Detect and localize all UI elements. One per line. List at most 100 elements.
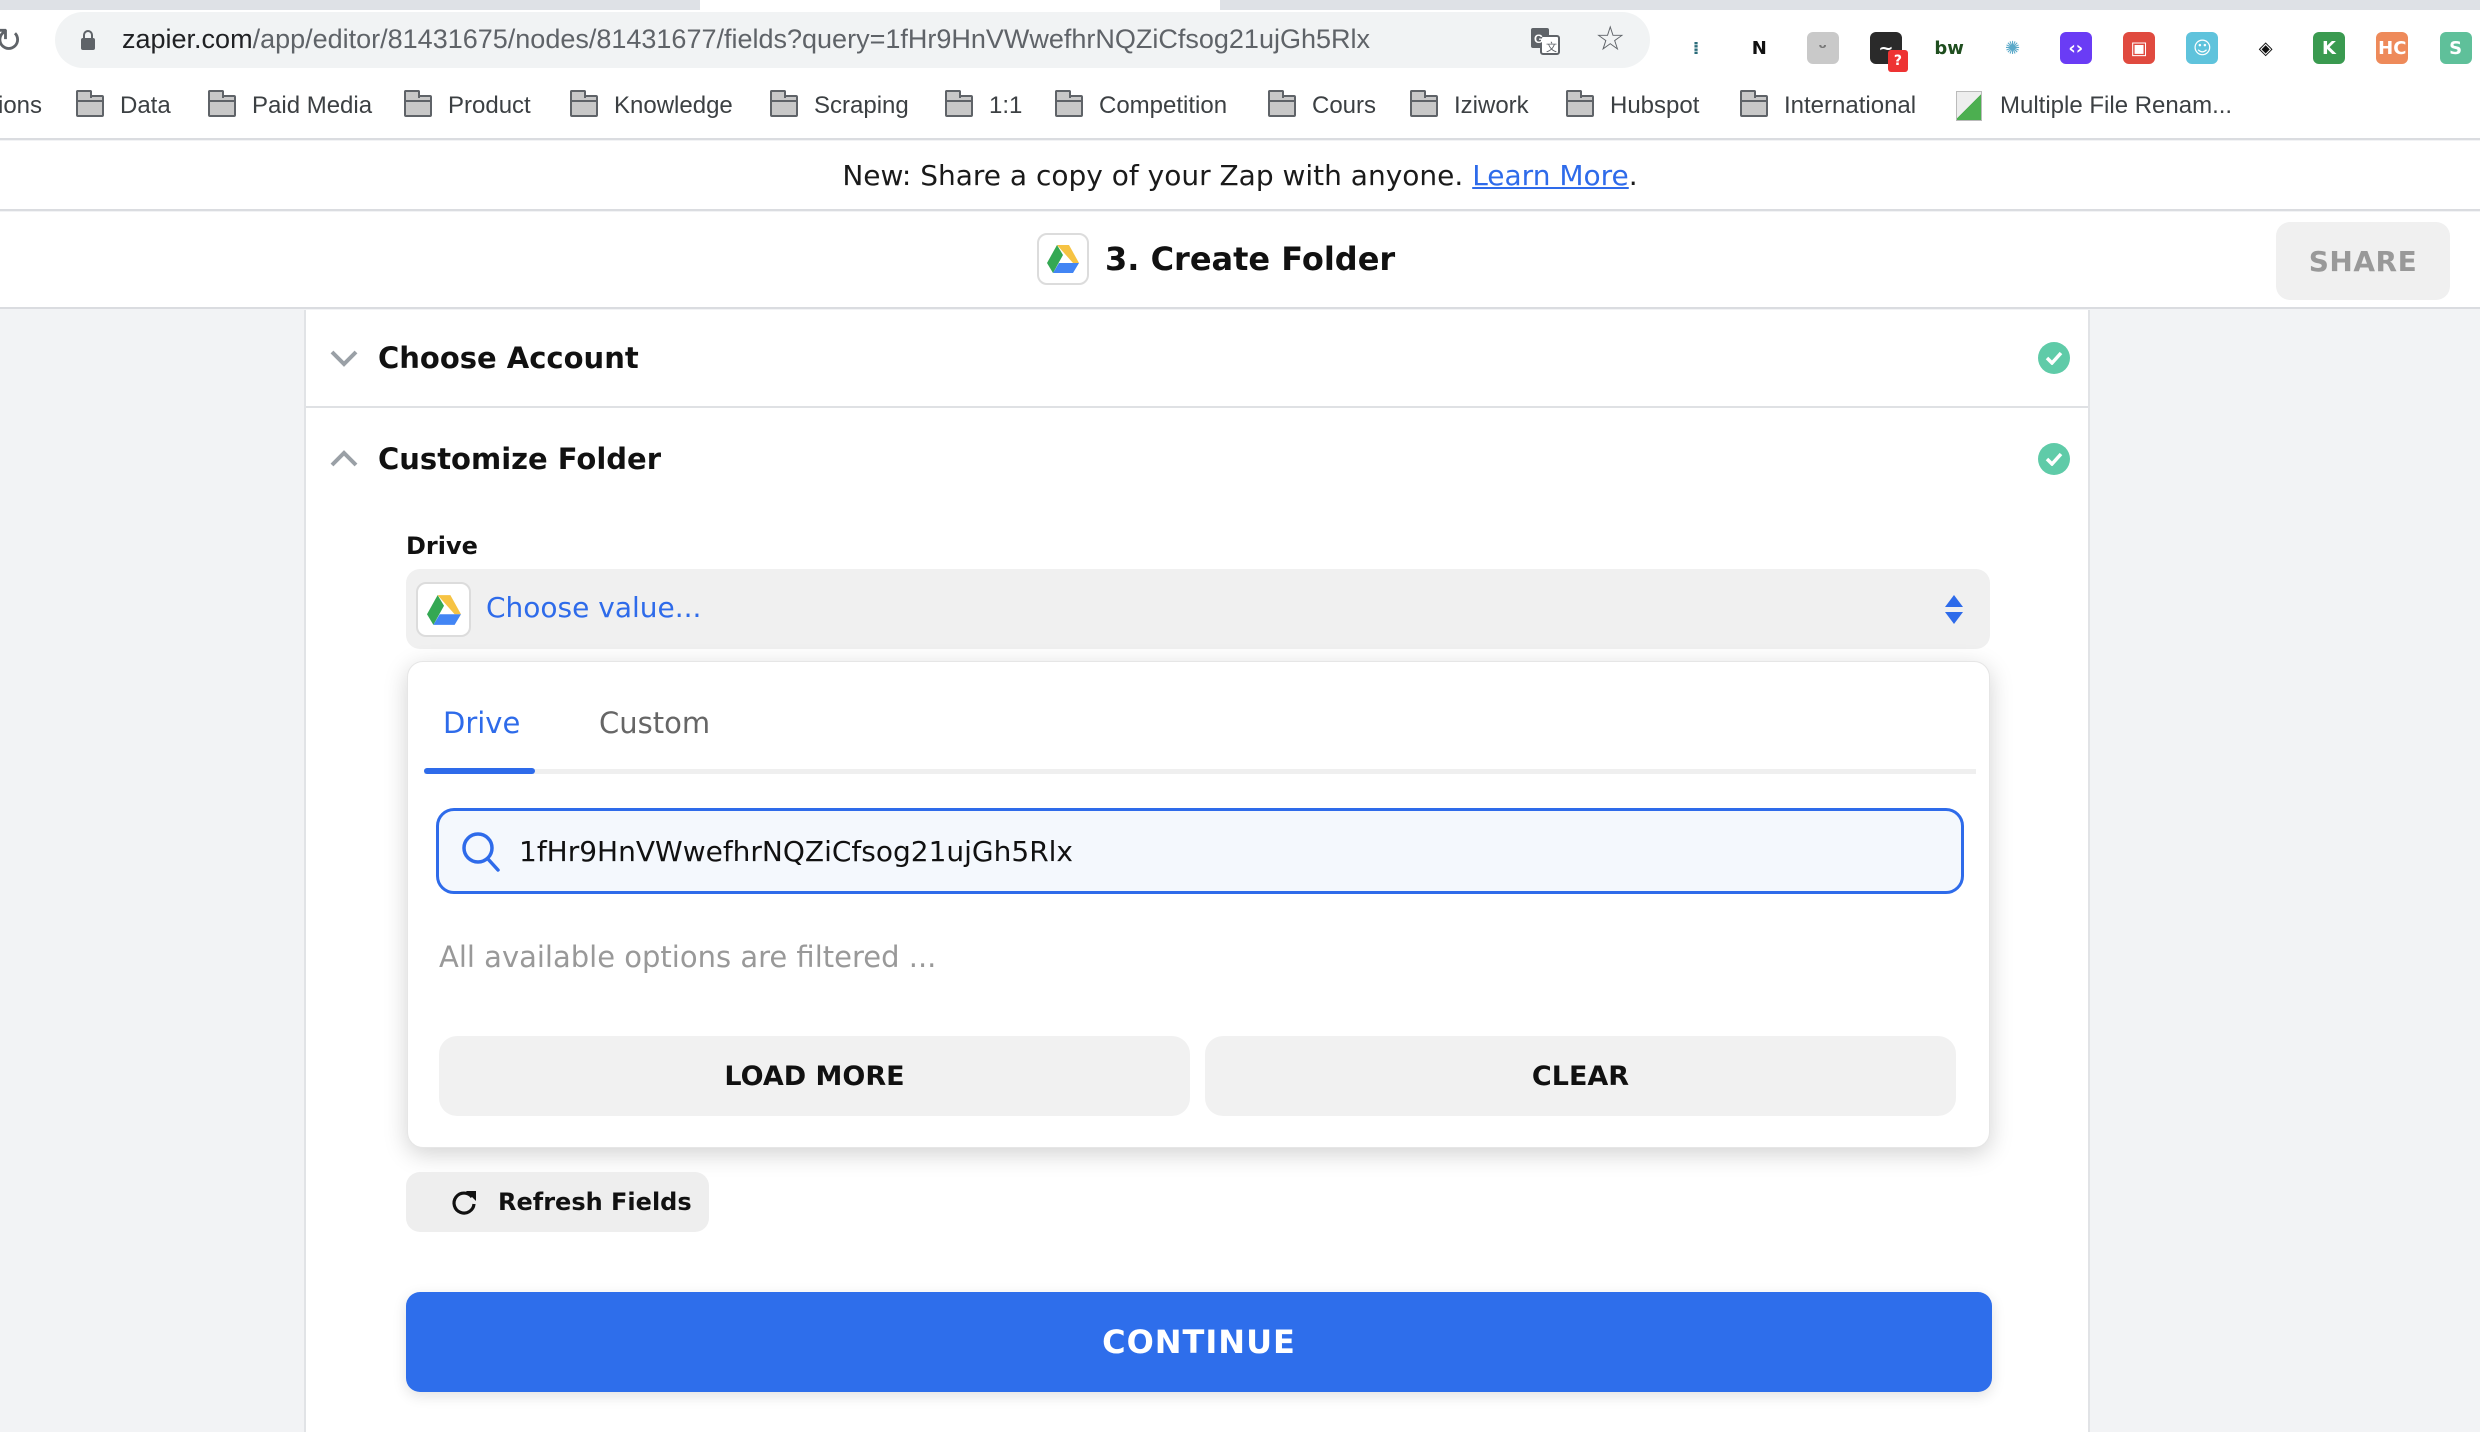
hc-extension-icon[interactable]: HC xyxy=(2376,32,2409,64)
bookmark-item[interactable]: International xyxy=(1740,88,1916,124)
bookmark-item[interactable]: ions xyxy=(0,88,42,124)
step-editor-card: Choose Account Customize Folder Drive Ch… xyxy=(304,310,2090,1432)
bookmark-label: Competition xyxy=(1099,92,1228,119)
refresh-fields-label: Refresh Fields xyxy=(498,1188,692,1216)
bookmark-item[interactable]: Competition xyxy=(1055,88,1227,124)
extension-badge: ? xyxy=(1887,50,1908,72)
google-drive-icon xyxy=(426,594,461,625)
continue-button[interactable]: CONTINUE xyxy=(406,1292,1992,1392)
active-tab-indicator xyxy=(424,768,535,774)
folder-icon xyxy=(1740,90,1768,117)
battery-extension-icon[interactable]: ᵕ xyxy=(1806,32,1839,64)
analytics-extension-icon[interactable]: ~? xyxy=(1869,32,1908,72)
bookmark-item[interactable]: Product xyxy=(404,88,531,124)
section-title: Customize Folder xyxy=(378,442,662,476)
chevron-down-icon[interactable] xyxy=(326,340,362,376)
bookmark-label: Product xyxy=(448,92,531,119)
share-button[interactable]: SHARE xyxy=(2276,222,2450,300)
step-header: 3. Create Folder SHARE xyxy=(0,212,2480,309)
folder-icon xyxy=(76,90,104,117)
section-customize-folder[interactable]: Customize Folder xyxy=(306,410,2088,508)
url-text[interactable]: zapier.com/app/editor/81431675/nodes/814… xyxy=(122,24,1370,55)
folder-icon xyxy=(208,90,236,117)
s-extension-icon[interactable]: S xyxy=(2439,32,2472,64)
bookmark-label: Data xyxy=(120,92,171,119)
bookmark-label: ions xyxy=(0,92,43,119)
banner-text: New: Share a copy of your Zap with anyon… xyxy=(842,159,1473,192)
folder-icon xyxy=(1055,90,1083,117)
address-bar[interactable]: zapier.com/app/editor/81431675/nodes/814… xyxy=(55,12,1650,68)
bookmark-item[interactable]: Knowledge xyxy=(570,88,733,124)
tab-custom[interactable]: Custom xyxy=(599,706,710,740)
chevron-up-icon[interactable] xyxy=(326,441,362,477)
complete-check-icon xyxy=(2038,342,2070,374)
reload-icon[interactable]: ↻ xyxy=(0,24,28,58)
bookmark-item[interactable]: Multiple File Renam... xyxy=(1956,88,2232,124)
learn-more-link[interactable]: Learn More xyxy=(1472,159,1629,192)
empty-options-message: All available options are filtered ... xyxy=(439,940,937,974)
bw-extension-icon[interactable]: bw xyxy=(1933,32,1966,64)
folder-icon xyxy=(1268,90,1296,117)
section-choose-account[interactable]: Choose Account xyxy=(306,310,2088,408)
svg-text:G: G xyxy=(1534,32,1543,46)
bookmark-item[interactable]: Paid Media xyxy=(208,88,372,124)
folder-icon xyxy=(1566,90,1594,117)
section-title: Choose Account xyxy=(378,341,639,375)
folder-icon xyxy=(770,90,798,117)
search-input[interactable] xyxy=(519,823,1919,879)
refresh-fields-button[interactable]: Refresh Fields xyxy=(406,1172,709,1232)
bookmark-label: Multiple File Renam... xyxy=(2000,92,2233,119)
notion-extension-icon[interactable]: N xyxy=(1743,32,1776,64)
step-title: 3. Create Folder xyxy=(1105,240,1396,278)
hockeystack-extension-icon[interactable]: ⁞ xyxy=(1680,32,1712,64)
translate-icon[interactable]: G 文 xyxy=(1531,26,1561,56)
folder-icon xyxy=(1410,90,1438,117)
google-drive-app-icon xyxy=(416,582,471,637)
bookmark-item[interactable]: Iziwork xyxy=(1410,88,1529,124)
browser-toolbar: ↻ zapier.com/app/editor/81431675/nodes/8… xyxy=(0,10,2480,72)
refresh-icon xyxy=(452,1191,476,1215)
dropdown-tabs: Drive Custom xyxy=(424,698,1976,774)
layers-extension-icon[interactable]: ◈ xyxy=(2249,32,2282,64)
select-arrows-icon xyxy=(1945,595,1963,624)
folder-icon xyxy=(404,90,432,117)
browser-tab-strip xyxy=(0,0,2480,10)
folder-icon xyxy=(570,90,598,117)
svg-text:文: 文 xyxy=(1546,40,1557,54)
code-extension-icon[interactable]: ‹› xyxy=(2059,32,2092,64)
file-rename-icon xyxy=(1956,91,1982,121)
bookmark-label: Cours xyxy=(1312,92,1377,119)
bookmark-item[interactable]: Scraping xyxy=(770,88,909,124)
bookmark-star-icon[interactable]: ☆ xyxy=(1595,22,1625,56)
banner-suffix: . xyxy=(1628,159,1638,192)
vpn-extension-icon[interactable]: ▣ xyxy=(2123,32,2156,64)
drive-field-label: Drive xyxy=(406,532,478,560)
lock-icon xyxy=(81,30,95,50)
google-drive-app-icon xyxy=(1037,233,1089,285)
drive-select[interactable]: Choose value... xyxy=(406,569,1990,649)
load-more-button[interactable]: LOAD MORE xyxy=(439,1036,1190,1116)
folder-icon xyxy=(945,90,973,117)
ghost-extension-icon[interactable]: ☺ xyxy=(2186,32,2219,64)
google-drive-icon xyxy=(1047,245,1079,273)
bookmark-label: Paid Media xyxy=(252,92,373,119)
bookmark-label: Iziwork xyxy=(1454,92,1529,119)
drive-select-placeholder: Choose value... xyxy=(486,591,702,624)
bookmark-item[interactable]: Data xyxy=(76,88,171,124)
clear-button[interactable]: CLEAR xyxy=(1205,1036,1956,1116)
active-browser-tab[interactable] xyxy=(700,0,1220,10)
bookmark-item[interactable]: 1:1 xyxy=(945,88,1022,124)
web-extension-icon[interactable]: ✺ xyxy=(1996,32,2029,64)
bookmark-label: Hubspot xyxy=(1610,92,1700,119)
announcement-banner: New: Share a copy of your Zap with anyon… xyxy=(0,141,2480,211)
bookmark-label: Knowledge xyxy=(614,92,733,119)
search-field[interactable] xyxy=(436,808,1964,894)
bookmark-item[interactable]: Hubspot xyxy=(1566,88,1699,124)
k-extension-icon[interactable]: K xyxy=(2313,32,2345,64)
bookmark-item[interactable]: Cours xyxy=(1268,88,1376,124)
drive-options-dropdown: Drive Custom All available options are f… xyxy=(407,661,1990,1148)
complete-check-icon xyxy=(2038,443,2070,475)
bookmark-label: International xyxy=(1784,92,1917,119)
tab-drive[interactable]: Drive xyxy=(443,706,520,740)
search-icon xyxy=(462,832,500,872)
